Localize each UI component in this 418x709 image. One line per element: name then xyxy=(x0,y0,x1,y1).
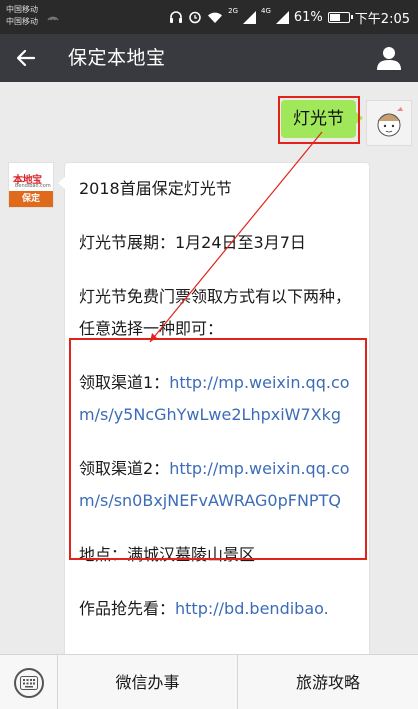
signal-icon-1 xyxy=(243,10,256,24)
message-line-dates: 灯光节展期：1月24日至3月7日 xyxy=(79,233,306,252)
channel-2: 领取渠道2：http://mp.weixin.qq.com/s/sn0BxjNE… xyxy=(79,453,357,517)
network-2g: 2G xyxy=(228,7,238,15)
network-4g: 4G xyxy=(261,7,271,15)
status-bar: 中国移动 中国移动 2G 4G 61% 下午2:05 xyxy=(0,0,418,34)
page-title: 保定本地宝 xyxy=(68,47,166,69)
chat-area[interactable]: 灯光节 本地宝 Bendibao.com 保定 2018首届保定灯光节 灯光节展… xyxy=(0,82,418,654)
alarm-icon xyxy=(189,11,201,24)
received-message-bubble[interactable]: 2018首届保定灯光节 灯光节展期：1月24日至3月7日 灯光节免费门票领取方式… xyxy=(58,162,370,654)
channel-2-label: 领取渠道2： xyxy=(79,459,170,478)
clock: 下午2:05 xyxy=(354,11,410,27)
menu-travel-guide[interactable]: 旅游攻略 xyxy=(238,655,418,709)
preview-label: 作品抢先看： xyxy=(79,599,176,618)
message-line-location: 地点：满城汉墓陵山景区 xyxy=(79,545,256,564)
person-icon[interactable] xyxy=(376,45,402,71)
carrier-1: 中国移动 xyxy=(6,5,38,14)
channel-1: 领取渠道1：http://mp.weixin.qq.com/s/y5NcGhYw… xyxy=(79,367,357,431)
battery-percent: 61% xyxy=(293,9,323,25)
preview-line: 作品抢先看：http://bd.bendibao. xyxy=(79,593,357,625)
bottom-menu-bar: 微信办事 旅游攻略 xyxy=(0,654,418,709)
app-header: 保定本地宝 xyxy=(0,34,418,82)
carrier-2: 中国移动 xyxy=(6,17,38,26)
battery-icon xyxy=(327,11,353,23)
logo-url: Bendibao.com xyxy=(15,183,51,189)
channel-1-label: 领取渠道1： xyxy=(79,373,170,392)
bot-avatar[interactable]: 本地宝 Bendibao.com 保定 xyxy=(8,162,54,208)
keyboard-toggle-button[interactable] xyxy=(0,655,58,709)
wifi-icon xyxy=(208,12,223,23)
user-avatar[interactable] xyxy=(366,100,412,146)
logo-city: 保定 xyxy=(9,191,53,207)
preview-link[interactable]: http://bd.bendibao. xyxy=(175,599,329,618)
cartoon-avatar-icon xyxy=(377,107,403,137)
sent-message-bubble[interactable]: 灯光节 xyxy=(281,100,363,138)
headphones-icon xyxy=(170,11,183,23)
hd-signal-icon xyxy=(47,16,59,21)
message-line-title: 2018首届保定灯光节 xyxy=(79,179,232,198)
message-line-instructions: 灯光节免费门票领取方式有以下两种，任意选择一种即可： xyxy=(79,287,352,338)
signal-icon-2 xyxy=(275,10,289,24)
arrow-left-icon[interactable] xyxy=(14,46,38,70)
keyboard-icon xyxy=(13,667,44,698)
menu-wechat-services[interactable]: 微信办事 xyxy=(58,655,238,709)
